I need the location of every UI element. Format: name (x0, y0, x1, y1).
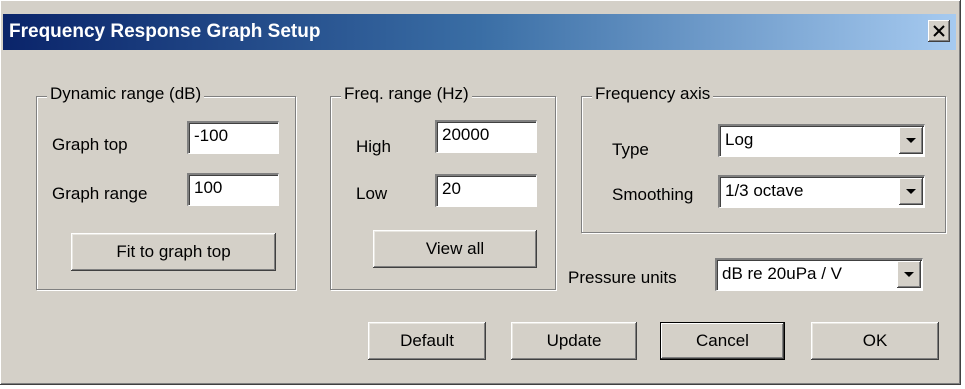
dialog-window: Frequency Response Graph Setup Dynamic r… (0, 0, 961, 385)
title-bar[interactable]: Frequency Response Graph Setup (3, 14, 956, 50)
type-select[interactable]: Log (718, 124, 925, 157)
type-select-value: Log (725, 130, 754, 149)
dynamic-range-group: Dynamic range (dB) Graph top -100 Graph … (36, 84, 296, 290)
low-freq-input[interactable]: 20 (435, 174, 537, 207)
window-title: Frequency Response Graph Setup (9, 21, 321, 42)
graph-top-input[interactable]: -100 (187, 121, 279, 154)
smoothing-select-value: 1/3 octave (725, 181, 804, 200)
pressure-units-value: dB re 20uPa / V (722, 264, 843, 283)
high-freq-input[interactable]: 20000 (435, 120, 537, 153)
default-button[interactable]: Default (368, 322, 486, 360)
dynamic-range-legend: Dynamic range (dB) (47, 84, 205, 104)
cancel-button[interactable]: Cancel (660, 322, 785, 360)
update-button[interactable]: Update (511, 322, 637, 360)
low-label: Low (356, 184, 388, 203)
type-label: Type (612, 140, 649, 159)
ok-button[interactable]: OK (811, 322, 939, 360)
close-button[interactable] (928, 20, 950, 42)
graph-range-label: Graph range (52, 184, 148, 203)
graph-range-input[interactable]: 100 (187, 173, 279, 206)
freq-range-legend: Freq. range (Hz) (341, 84, 472, 104)
close-icon (933, 25, 945, 37)
graph-top-label: Graph top (52, 135, 128, 154)
chevron-down-icon[interactable] (899, 178, 923, 205)
frequency-axis-legend: Frequency axis (592, 84, 714, 104)
view-all-button[interactable]: View all (373, 230, 537, 268)
smoothing-select[interactable]: 1/3 octave (718, 175, 925, 208)
smoothing-label: Smoothing (612, 185, 694, 204)
pressure-units-label: Pressure units (568, 268, 677, 287)
chevron-down-icon[interactable] (899, 127, 923, 154)
freq-range-group: Freq. range (Hz) High 20000 Low 20 View … (330, 84, 556, 290)
fit-to-graph-top-button[interactable]: Fit to graph top (71, 233, 276, 271)
frequency-axis-group: Frequency axis Type Log Smoothing 1/3 oc… (581, 84, 946, 233)
chevron-down-icon[interactable] (897, 261, 921, 288)
high-label: High (356, 137, 391, 156)
pressure-units-select[interactable]: dB re 20uPa / V (715, 258, 923, 291)
